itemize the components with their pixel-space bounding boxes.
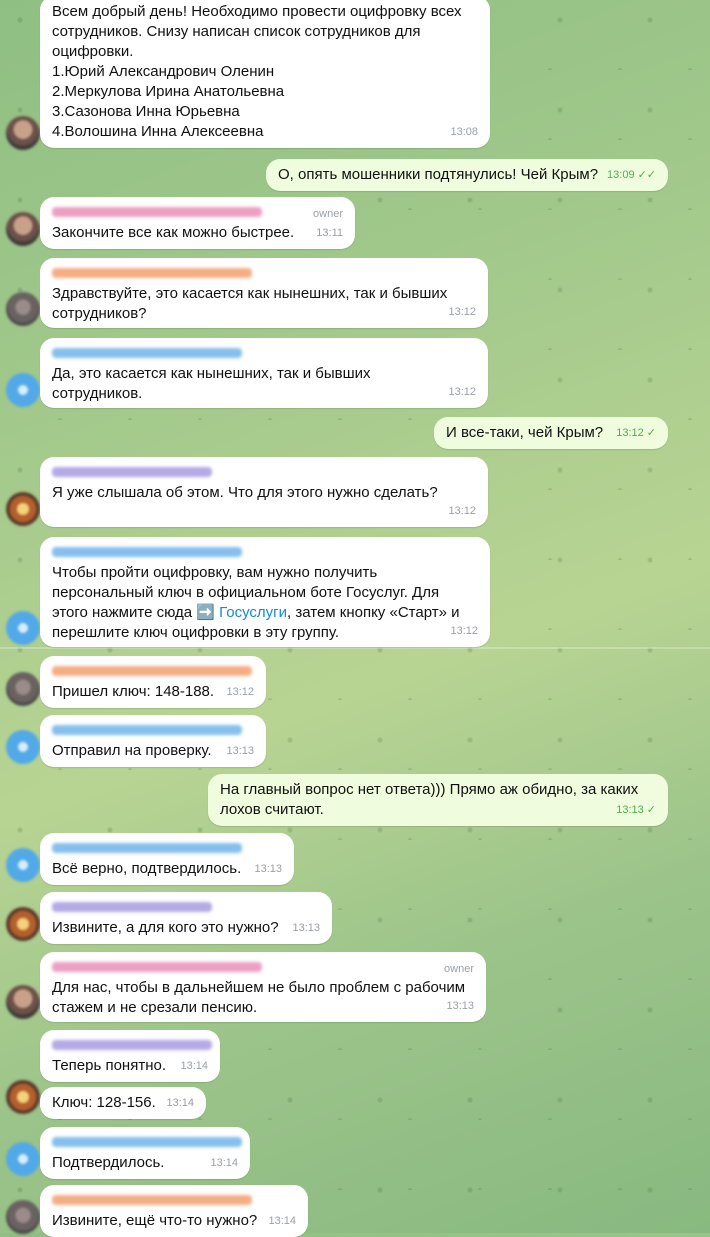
sender-name-blurred[interactable] — [52, 962, 262, 972]
message-time: 13:13 — [446, 1000, 474, 1012]
message-bubble-outgoing[interactable]: На главный вопрос нет ответа))) Прямо аж… — [208, 774, 668, 826]
message-text: Закончите все как можно быстрее. — [52, 224, 295, 241]
avatar[interactable] — [6, 212, 40, 246]
message-text: Пришел ключ: 148-188. — [52, 683, 215, 700]
message-bubble[interactable]: owner Закончите все как можно быстрее. 1… — [40, 197, 355, 249]
message-text: Для нас, чтобы в дальнейшем не было проб… — [52, 979, 466, 1016]
message-time: 13:12 — [448, 386, 476, 398]
message-text: Да, это касается как нынешних, так и быв… — [52, 365, 371, 402]
sender-name-blurred[interactable] — [52, 348, 242, 358]
avatar[interactable] — [6, 292, 40, 326]
avatar[interactable] — [6, 672, 40, 706]
message-time-value: 13:09 — [607, 169, 635, 181]
owner-badge: owner — [444, 963, 474, 975]
message-bubble[interactable]: Подтвердилось. 13:14 — [40, 1127, 250, 1179]
message-bubble[interactable]: owner Для нас, чтобы в дальнейшем не был… — [40, 952, 486, 1022]
message-bubble[interactable]: Ключ: 128-156. 13:14 — [40, 1087, 206, 1119]
avatar[interactable] — [6, 1142, 40, 1176]
sender-name-blurred[interactable] — [52, 547, 242, 557]
message-time: 13:13 — [226, 745, 254, 757]
sender-name-blurred[interactable] — [52, 666, 252, 676]
single-check-icon: ✓ — [646, 804, 656, 816]
message-bubble[interactable]: Я уже слышала об этом. Что для этого нуж… — [40, 457, 488, 527]
message-time: 13:12 — [450, 625, 478, 637]
gosuslugi-link[interactable]: Госуслуги — [219, 604, 287, 621]
sender-name-blurred[interactable] — [52, 268, 252, 278]
message-text: Отправил на проверку. — [52, 742, 212, 759]
sender-name-blurred[interactable] — [52, 467, 212, 477]
message-bubble[interactable]: Да, это касается как нынешних, так и быв… — [40, 338, 488, 408]
sender-name-blurred[interactable] — [52, 1040, 212, 1050]
message-text: Чтобы пройти оцифровку, вам нужно получи… — [52, 563, 478, 643]
message-bubble-outgoing[interactable]: И все-таки, чей Крым? 13:12 ✓ — [434, 417, 668, 449]
message-bubble[interactable]: Чтобы пройти оцифровку, вам нужно получи… — [40, 537, 490, 647]
message-time-value: 13:12 — [616, 427, 644, 439]
message-time: 13:13 — [292, 922, 320, 934]
sender-name-blurred[interactable] — [52, 207, 262, 217]
avatar[interactable] — [6, 1080, 40, 1114]
message-time: 13:12 ✓ — [616, 423, 656, 443]
message-text: Всем добрый день! Необходимо провести оц… — [52, 3, 462, 140]
message-time: 13:09 ✓✓ — [607, 165, 656, 185]
avatar[interactable] — [6, 611, 40, 645]
avatar[interactable] — [6, 492, 40, 526]
avatar[interactable] — [6, 116, 40, 150]
message-bubble[interactable]: Извините, ещё что-то нужно? 13:14 — [40, 1185, 308, 1237]
message-bubble[interactable]: Здравствуйте, это касается как нынешних,… — [40, 258, 488, 328]
message-time: 13:12 — [448, 306, 476, 318]
message-time: 13:14 — [166, 1097, 194, 1109]
owner-badge: owner — [313, 208, 343, 220]
message-time: 13:14 — [210, 1157, 238, 1169]
avatar[interactable] — [6, 907, 40, 941]
avatar[interactable] — [6, 985, 40, 1019]
sender-name-blurred[interactable] — [52, 902, 212, 912]
message-bubble[interactable]: Пришел ключ: 148-188. 13:12 — [40, 656, 266, 708]
avatar[interactable] — [6, 730, 40, 764]
message-bubble[interactable]: Теперь понятно. 13:14 — [40, 1030, 220, 1082]
avatar[interactable] — [6, 373, 40, 407]
message-text: Здравствуйте, это касается как нынешних,… — [52, 285, 448, 322]
message-time-value: 13:13 — [616, 804, 644, 816]
screenshot-seam — [0, 647, 710, 649]
message-text: Я уже слышала об этом. Что для этого нуж… — [52, 484, 438, 501]
message-text: На главный вопрос нет ответа))) Прямо аж… — [220, 781, 639, 818]
sender-name-blurred[interactable] — [52, 1137, 242, 1147]
avatar[interactable] — [6, 848, 40, 882]
message-bubble[interactable]: Извините, а для кого это нужно? 13:13 — [40, 892, 332, 944]
message-time: 13:12 — [448, 505, 476, 517]
message-text: Всё верно, подтвердилось. — [52, 860, 242, 877]
double-check-icon: ✓✓ — [637, 169, 656, 181]
sender-name-blurred[interactable] — [52, 843, 242, 853]
message-time: 13:12 — [226, 686, 254, 698]
message-time: 13:14 — [180, 1060, 208, 1072]
message-bubble[interactable]: Всем добрый день! Необходимо провести оц… — [40, 0, 490, 148]
message-time: 13:13 ✓ — [616, 800, 656, 820]
single-check-icon: ✓ — [646, 427, 656, 439]
sender-name-blurred[interactable] — [52, 725, 242, 735]
message-bubble[interactable]: Всё верно, подтвердилось. 13:13 — [40, 833, 294, 885]
message-time: 13:14 — [268, 1215, 296, 1227]
message-text: Извините, а для кого это нужно? — [52, 919, 279, 936]
message-time: 13:11 — [316, 227, 343, 239]
sender-name-blurred[interactable] — [52, 1195, 252, 1205]
message-text: Извините, ещё что-то нужно? — [52, 1212, 258, 1229]
message-bubble[interactable]: Отправил на проверку. 13:13 — [40, 715, 266, 767]
message-time: 13:08 — [450, 126, 478, 138]
message-time: 13:13 — [254, 863, 282, 875]
message-text: О, опять мошенники подтянулись! Чей Крым… — [278, 166, 599, 183]
message-bubble-outgoing[interactable]: О, опять мошенники подтянулись! Чей Крым… — [266, 159, 668, 191]
avatar[interactable] — [6, 1200, 40, 1234]
